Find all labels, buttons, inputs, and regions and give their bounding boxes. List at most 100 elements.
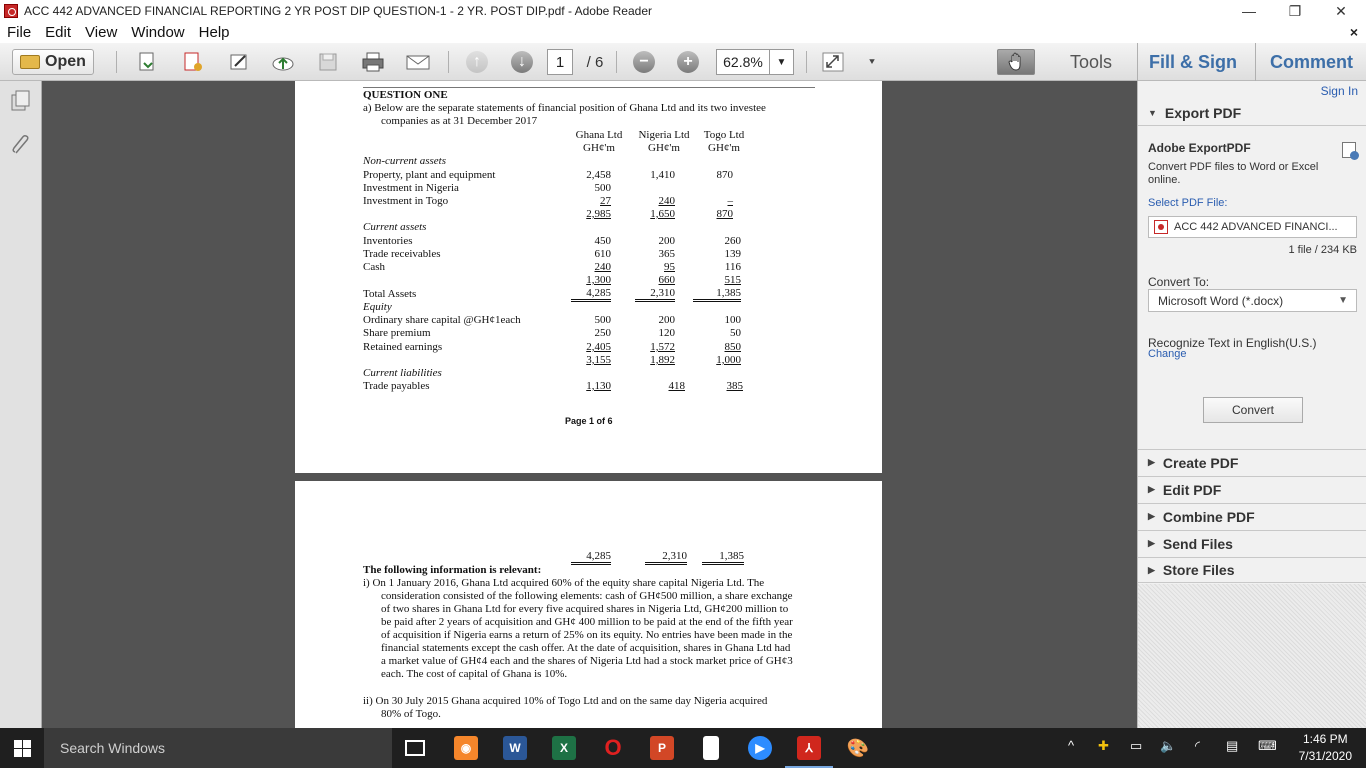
taskbar-search-input[interactable]: Search Windows	[44, 728, 392, 768]
toolbar: Open ↑ ↓ 1 / 6 − + 62.8% ▼ ⯆ Tools Fill …	[0, 43, 1366, 81]
page-number-input[interactable]: 1	[547, 49, 573, 75]
save-icon[interactable]	[315, 49, 341, 75]
fit-page-button[interactable]	[820, 49, 846, 75]
wifi-icon[interactable]: ◜	[1195, 738, 1200, 754]
fill-sign-tab[interactable]: Fill & Sign	[1149, 52, 1237, 73]
chevron-down-icon: ▼	[776, 56, 787, 68]
export-document-icon	[1342, 142, 1359, 160]
keyboard-icon[interactable]: ⌨	[1258, 738, 1277, 754]
notepad-icon[interactable]	[703, 736, 719, 760]
para-line: of two shares in Ghana Ltd for every fiv…	[381, 603, 789, 615]
zoom-in-button[interactable]: +	[676, 49, 700, 75]
uc-browser-icon[interactable]: ◉	[454, 736, 478, 760]
send-files-section[interactable]: ▶ Send Files	[1138, 530, 1366, 556]
convert-format-select[interactable]: Microsoft Word (*.docx) ▼	[1148, 289, 1357, 312]
cell-togo: 385	[726, 380, 744, 392]
section-current-liabilities: Current liabilities	[363, 367, 442, 379]
close-document-button[interactable]: ×	[1350, 24, 1358, 40]
paperclip-icon	[12, 135, 29, 154]
menu-help[interactable]: Help	[192, 24, 237, 41]
edit-sign-icon[interactable]	[226, 49, 252, 75]
folder-icon	[20, 55, 41, 69]
menu-window[interactable]: Window	[124, 24, 191, 41]
opera-icon[interactable]: O	[601, 735, 625, 760]
close-button[interactable]: ✕	[1318, 0, 1364, 22]
battery-icon[interactable]: ▭	[1130, 738, 1142, 754]
hand-icon	[1008, 52, 1021, 71]
selected-file-field[interactable]: ACC 442 ADVANCED FINANCI...	[1148, 216, 1357, 238]
zoom-out-button[interactable]: −	[632, 49, 656, 75]
total-togo: 1,385	[702, 551, 744, 565]
windows-start-icon[interactable]	[14, 740, 31, 757]
edit-pdf-section[interactable]: ▶ Edit PDF	[1138, 476, 1366, 502]
zoom-app-icon[interactable]: ▶	[748, 736, 772, 760]
excel-icon[interactable]: X	[552, 736, 576, 760]
row-label: Investment in Togo	[363, 195, 449, 207]
change-language-link[interactable]: Change	[1148, 348, 1187, 360]
upload-cloud-icon[interactable]	[270, 49, 296, 75]
clock-time: 1:46 PM	[1302, 732, 1348, 746]
tools-tab[interactable]: Tools	[1070, 52, 1112, 73]
minimize-button[interactable]: —	[1226, 0, 1272, 22]
word-icon[interactable]: W	[503, 736, 527, 760]
menu-view[interactable]: View	[78, 24, 124, 41]
section-label: Edit PDF	[1162, 481, 1222, 498]
cell-nigeria: 200	[658, 314, 676, 326]
menu-file[interactable]: File	[0, 24, 38, 41]
next-page-button[interactable]: ↓	[510, 49, 534, 75]
system-clock[interactable]: 1:46 PM 7/31/2020	[1299, 731, 1352, 765]
triangle-right-icon: ▶	[1148, 457, 1155, 467]
para-line: of acquisition if Nigeria earns a return…	[381, 629, 793, 641]
adobe-reader-taskbar-icon[interactable]: ⅄	[797, 736, 821, 760]
chevron-up-icon[interactable]: ^	[1068, 738, 1074, 753]
col-unit-togo: GH¢'m	[708, 142, 740, 154]
service-description: Convert PDF files to Word or Excel	[1148, 161, 1319, 173]
row-label: Property, plant and equipment	[363, 169, 496, 181]
notification-icon[interactable]: ▤	[1226, 738, 1238, 754]
cell-ghana: 2,405	[586, 341, 611, 353]
create-pdf-icon[interactable]	[134, 49, 160, 75]
combine-pdf-section[interactable]: ▶ Combine PDF	[1138, 503, 1366, 529]
document-view[interactable]: QUESTION ONE a) Below are the separate s…	[42, 81, 1137, 728]
total-nigeria: 2,310	[645, 551, 687, 565]
export-pdf-header[interactable]: ▼ Export PDF	[1138, 100, 1366, 126]
zoom-dropdown-button[interactable]: ▼	[770, 49, 794, 75]
triangle-right-icon: ▶	[1148, 538, 1155, 548]
print-icon[interactable]	[360, 49, 386, 75]
store-files-section[interactable]: ▶ Store Files	[1138, 557, 1366, 583]
more-tools-button[interactable]: ⯆	[862, 49, 882, 75]
email-icon[interactable]	[405, 49, 431, 75]
comment-tab[interactable]: Comment	[1270, 52, 1353, 73]
network-status-icon[interactable]: ✚	[1098, 738, 1109, 754]
overflow-icon: ⯆	[868, 56, 876, 68]
col-head-nigeria: Nigeria Ltd	[638, 129, 690, 141]
cell-nigeria: 418	[668, 380, 686, 392]
powerpoint-icon[interactable]: P	[650, 736, 674, 760]
convert-button[interactable]: Convert	[1203, 397, 1303, 423]
sign-in-link[interactable]: Sign In	[1321, 84, 1358, 98]
toolbar-divider	[616, 51, 617, 73]
menu-edit[interactable]: Edit	[38, 24, 78, 41]
open-button[interactable]: Open	[12, 49, 94, 75]
page-thumbnails-button[interactable]	[9, 89, 33, 113]
para-line: be paid after 2 years of acquisition and…	[381, 616, 793, 628]
export-pdf-icon[interactable]	[180, 49, 206, 75]
total-nigeria: 2,310	[635, 288, 675, 302]
paint-icon[interactable]: 🎨	[846, 736, 870, 760]
cell-ghana: 240	[594, 261, 612, 273]
subtotal-nigeria: 660	[658, 274, 676, 286]
window-title: ACC 442 ADVANCED FINANCIAL REPORTING 2 Y…	[24, 4, 653, 18]
previous-page-button[interactable]: ↑	[465, 49, 489, 75]
task-view-icon[interactable]	[405, 740, 425, 756]
para-line: a market value of GH¢4 each and the shar…	[381, 655, 793, 667]
attachments-button[interactable]	[9, 133, 33, 157]
cell-nigeria: 200	[658, 235, 676, 247]
section-label: Store Files	[1162, 562, 1235, 578]
zoom-level-input[interactable]: 62.8%	[716, 49, 770, 75]
volume-icon[interactable]: 🔈	[1160, 738, 1176, 754]
restore-button[interactable]: ❐	[1272, 0, 1318, 22]
page-footer: Page 1 of 6	[565, 416, 613, 426]
hand-tool-button[interactable]	[997, 49, 1035, 75]
create-pdf-section[interactable]: ▶ Create PDF	[1138, 449, 1366, 475]
col-unit-nigeria: GH¢'m	[648, 142, 680, 154]
